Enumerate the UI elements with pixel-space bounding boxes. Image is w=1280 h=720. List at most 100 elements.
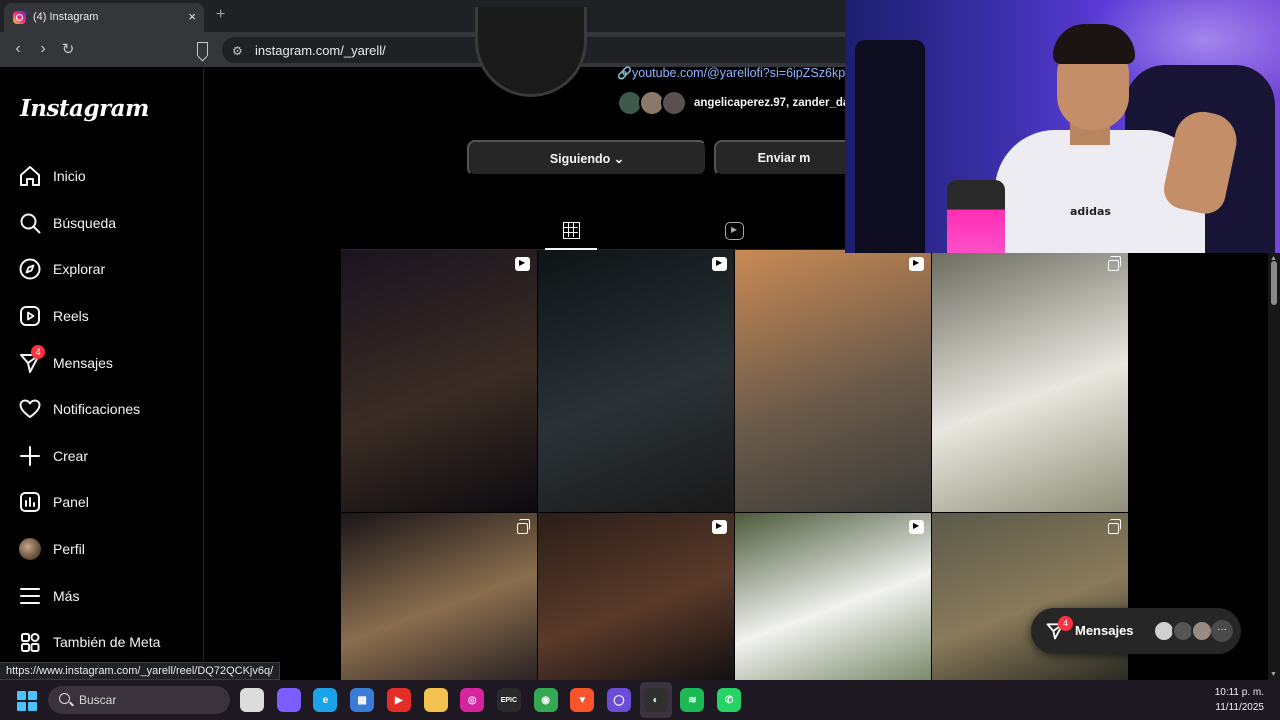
following-button[interactable]: Siguiendo ⌄ bbox=[467, 140, 707, 176]
post-thumbnail[interactable] bbox=[341, 250, 537, 512]
folder-icon[interactable] bbox=[423, 688, 448, 712]
webcam-overlay: adidas bbox=[845, 0, 1280, 253]
sidebar-item-label: Panel bbox=[53, 494, 89, 510]
browser-toolbar: ‹ › ↻ ⚙ instagram.com/_yarell/ bbox=[0, 32, 862, 67]
sidebar-item-explorar[interactable]: Explorar bbox=[18, 254, 198, 284]
post-thumbnail[interactable] bbox=[932, 513, 1128, 680]
clock-time: 10:11 p. m. bbox=[1214, 687, 1264, 698]
youtube-icon[interactable]: ▶ bbox=[386, 688, 411, 712]
system-clock[interactable]: 10:11 p. m. 11/11/2025 bbox=[1215, 685, 1264, 715]
forward-icon[interactable]: › bbox=[34, 40, 52, 58]
scroll-down-icon[interactable]: ▼ bbox=[1270, 671, 1277, 678]
sidebar-item-mas[interactable]: Más bbox=[18, 581, 198, 611]
heart-icon bbox=[19, 399, 41, 418]
sidebar-item-label: Inicio bbox=[53, 168, 86, 184]
whatsapp-icon[interactable]: ✆ bbox=[717, 688, 742, 712]
windows-start-icon[interactable] bbox=[17, 691, 37, 711]
post-thumbnail[interactable] bbox=[538, 250, 734, 512]
store-icon[interactable]: ▦ bbox=[350, 688, 375, 712]
carousel-indicator-icon bbox=[1108, 519, 1121, 534]
sidebar-item-inicio[interactable]: Inicio bbox=[18, 161, 198, 191]
browser-tab-instagram[interactable]: (4) Instagram × bbox=[4, 3, 204, 32]
clock-date: 11/11/2025 bbox=[1215, 702, 1264, 713]
send-message-button[interactable]: Enviar m bbox=[714, 140, 854, 176]
avatar bbox=[1191, 620, 1213, 642]
reels-icon bbox=[20, 306, 40, 326]
avatar bbox=[18, 537, 42, 561]
sidebar-item-mensajes[interactable]: 4 Mensajes bbox=[18, 345, 198, 378]
app-circle-icon[interactable]: ◯ bbox=[607, 688, 631, 712]
sidebar-item-panel[interactable]: Panel bbox=[18, 487, 198, 517]
avatar bbox=[661, 90, 687, 116]
sidebar-item-label: Notificaciones bbox=[53, 401, 141, 417]
compass-icon bbox=[19, 258, 41, 280]
messages-label: Mensajes bbox=[1075, 623, 1134, 638]
menu-icon bbox=[20, 588, 40, 604]
task-view-icon[interactable] bbox=[240, 688, 264, 712]
sidebar-item-reels[interactable]: Reels bbox=[18, 301, 198, 331]
bookmark-icon[interactable] bbox=[197, 42, 208, 56]
followed-by-text[interactable]: angelicaperez.97, zander_da bbox=[694, 97, 849, 109]
sidebar-item-label: Crear bbox=[53, 448, 89, 464]
sidebar-item-label: Búsqueda bbox=[53, 215, 117, 231]
sidebar-item-busqueda[interactable]: Búsqueda bbox=[18, 208, 198, 238]
mutual-followers-avatars[interactable] bbox=[617, 90, 687, 118]
carousel-indicator-icon bbox=[1108, 256, 1121, 271]
reels-tab-icon[interactable] bbox=[725, 222, 744, 240]
search-placeholder: Buscar bbox=[79, 693, 117, 707]
webcam-bottle bbox=[947, 180, 1005, 253]
post-thumbnail[interactable] bbox=[341, 513, 537, 680]
reel-indicator-icon bbox=[909, 257, 924, 271]
profile-header: 🔗 youtube.com/@yarellofi?si=6ipZSz6kpK a… bbox=[205, 7, 854, 253]
scrollbar-thumb[interactable] bbox=[1271, 261, 1277, 305]
instagram-icon[interactable]: ◎ bbox=[460, 688, 485, 712]
sidebar-item-perfil[interactable]: Perfil bbox=[18, 534, 198, 564]
reel-indicator-icon bbox=[712, 520, 727, 534]
search-icon bbox=[20, 213, 41, 234]
back-icon[interactable]: ‹ bbox=[9, 40, 27, 58]
obs-icon[interactable]: ◐ bbox=[643, 688, 668, 712]
sidebar-item-tambien-de-meta[interactable]: También de Meta bbox=[18, 627, 198, 657]
sidebar-item-notificaciones[interactable]: Notificaciones bbox=[18, 394, 198, 424]
url-text[interactable]: instagram.com/_yarell/ bbox=[255, 43, 386, 58]
sidebar-item-crear[interactable]: Crear bbox=[18, 441, 198, 471]
profile-external-link[interactable]: youtube.com/@yarellofi?si=6ipZSz6kpK bbox=[632, 66, 853, 80]
post-thumbnail[interactable] bbox=[735, 250, 931, 512]
new-tab-button[interactable]: + bbox=[216, 6, 225, 24]
meta-apps-icon bbox=[21, 633, 40, 652]
taskbar-search[interactable]: Buscar bbox=[48, 686, 230, 714]
edge-icon[interactable]: e bbox=[313, 688, 338, 712]
notification-badge: 4 bbox=[1058, 616, 1073, 631]
instagram-favicon-icon bbox=[13, 11, 26, 24]
messages-bubble[interactable]: 4 Mensajes ··· bbox=[1031, 608, 1241, 654]
close-tab-icon[interactable]: × bbox=[188, 9, 196, 24]
chrome-icon[interactable]: ◉ bbox=[533, 688, 558, 712]
reload-icon[interactable]: ↻ bbox=[59, 40, 77, 58]
posts-grid-tab-icon[interactable] bbox=[563, 222, 580, 239]
epic-games-icon[interactable]: EPIC bbox=[496, 688, 521, 712]
link-icon: 🔗 bbox=[617, 66, 632, 80]
post-thumbnail[interactable] bbox=[932, 250, 1128, 512]
webcam-person-hair bbox=[1053, 24, 1135, 64]
reel-indicator-icon bbox=[712, 257, 727, 271]
brave-icon[interactable]: ▼ bbox=[570, 688, 595, 712]
webcam-chair bbox=[855, 40, 925, 253]
instagram-sidebar: Instagram Inicio Búsqueda Explorar Reels… bbox=[0, 67, 204, 680]
profile-picture[interactable] bbox=[475, 7, 587, 97]
copilot-icon[interactable] bbox=[276, 688, 301, 712]
shirt-logo: adidas bbox=[1070, 205, 1111, 218]
post-thumbnail[interactable] bbox=[735, 513, 931, 680]
more-icon: ··· bbox=[1211, 620, 1233, 642]
reel-indicator-icon bbox=[515, 257, 530, 271]
spotify-icon[interactable]: ≋ bbox=[680, 688, 705, 712]
browser-tab-bar: (4) Instagram × + bbox=[0, 0, 845, 32]
sidebar-item-label: Mensajes bbox=[53, 355, 113, 371]
site-info-icon[interactable]: ⚙ bbox=[232, 44, 243, 58]
instagram-logo[interactable]: Instagram bbox=[20, 95, 149, 122]
scrollbar[interactable]: ▲ ▼ bbox=[1268, 253, 1280, 680]
home-icon bbox=[20, 166, 40, 186]
post-thumbnail[interactable] bbox=[538, 513, 734, 680]
sidebar-item-label: Más bbox=[53, 588, 80, 604]
windows-taskbar: Buscar e ▦ ▶ ◎ EPIC ◉ ▼ ◯ ◐ ≋ ✆ 10:11 p. m. 11/11/… bbox=[0, 680, 1280, 720]
chart-icon bbox=[20, 492, 40, 512]
